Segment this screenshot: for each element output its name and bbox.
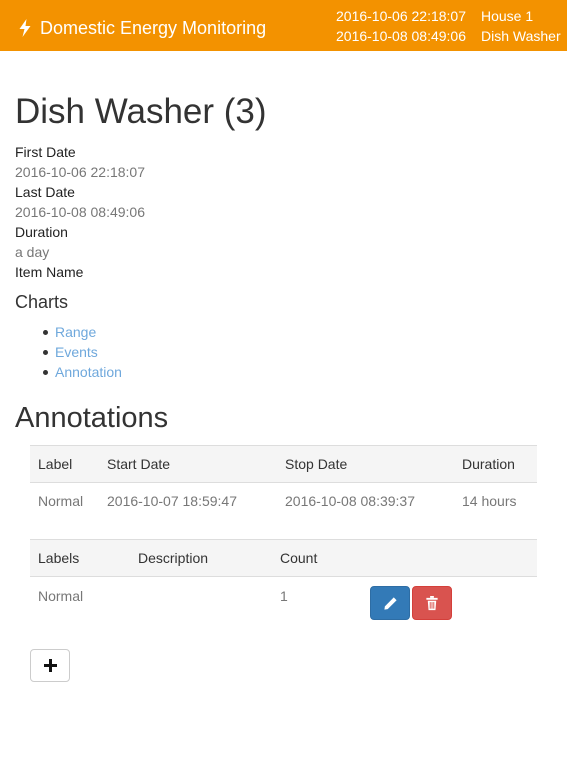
label-actions [362,577,537,625]
range-start-date: 2016-10-06 22:18:07 [336,8,466,24]
duration-label: Duration [15,224,68,240]
trash-icon [426,595,438,610]
annotations-table: Label Start Date Stop Date Duration Norm… [30,445,537,519]
range-end-date: 2016-10-08 08:49:06 [336,28,466,44]
label-count: 1 [280,588,288,604]
col-stop-date: Stop Date [277,445,454,483]
col-label: Label [30,445,99,483]
col-labels: Labels [30,539,130,577]
list-item: Events [15,342,122,362]
last-date-value: 2016-10-08 08:49:06 [15,204,145,220]
table-row[interactable]: Normal 2016-10-07 18:59:47 2016-10-08 08… [30,483,537,520]
labels-table: Labels Description Count Normal 1 [30,539,537,624]
annotation-duration: 14 hours [462,493,517,509]
last-date-label: Last Date [15,184,75,200]
first-date-label: First Date [15,144,76,160]
chart-link-events[interactable]: Events [55,344,98,360]
add-annotation-button[interactable] [30,649,70,682]
col-count: Count [272,539,362,577]
table-header-row: Labels Description Count [30,539,537,577]
plus-icon [43,659,57,672]
house-name: House 1 [481,8,534,24]
annotation-start: 2016-10-07 18:59:47 [107,493,237,509]
chart-link-annotation[interactable]: Annotation [55,364,122,380]
col-actions [362,539,537,577]
pencil-icon [383,596,397,610]
duration-value: a day [15,244,50,260]
charts-heading: Charts [15,292,69,312]
charts-list: Range Events Annotation [15,322,122,382]
delete-button[interactable] [412,586,452,620]
table-header-row: Label Start Date Stop Date Duration [30,445,537,483]
label-name: Normal [38,588,84,604]
list-item: Annotation [15,362,122,382]
list-item: Range [15,322,122,342]
col-start-date: Start Date [99,445,277,483]
brand-text: Domestic Energy Monitoring [40,17,267,38]
page-title: Dish Washer (3) [15,92,267,131]
annotation-label: Normal [38,493,84,509]
annotations-heading: Annotations [15,402,169,434]
bolt-icon [19,19,31,37]
navbar: Domestic Energy Monitoring 2016-10-06 22… [0,0,567,51]
chart-link-range[interactable]: Range [55,324,96,340]
label-description [130,577,272,625]
col-description: Description [130,539,272,577]
first-date-value: 2016-10-06 22:18:07 [15,164,145,180]
annotation-stop: 2016-10-08 08:39:37 [285,493,415,509]
col-duration: Duration [454,445,537,483]
item-name-label: Item Name [15,264,84,280]
brand-link[interactable]: Domestic Energy Monitoring [18,16,266,40]
edit-button[interactable] [370,586,410,620]
appliance-name: Dish Washer [481,28,561,44]
table-row: Normal 1 [30,577,537,625]
